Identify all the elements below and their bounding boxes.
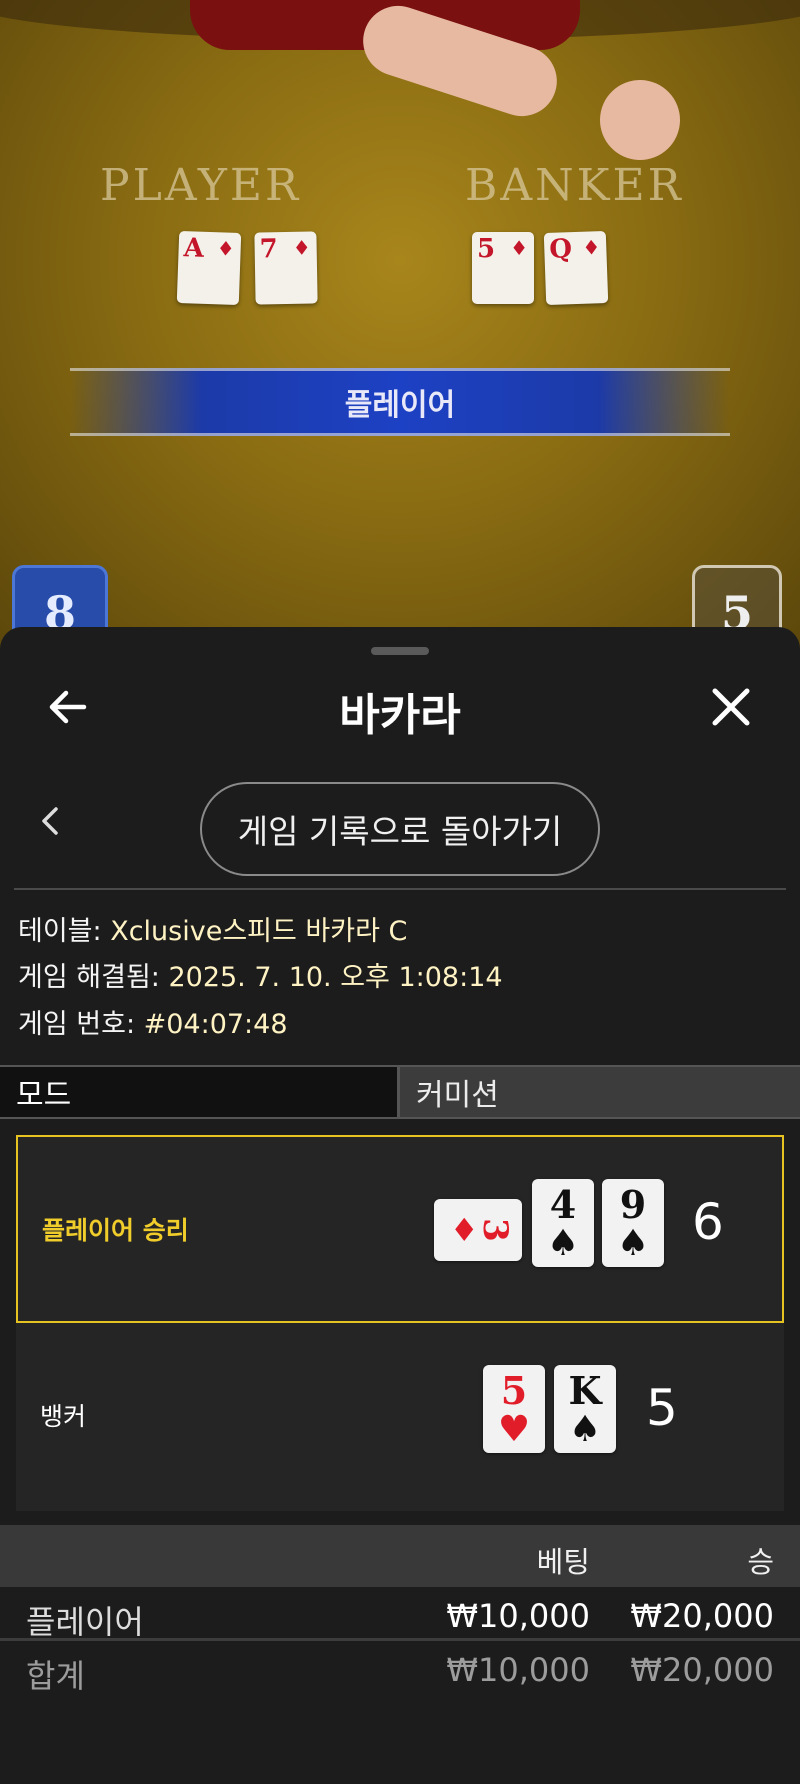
win-amount: ₩20,000: [630, 1597, 774, 1635]
total-win-amount: ₩20,000: [630, 1651, 774, 1689]
bet-name: 플레이어: [26, 1603, 144, 1641]
col-win-header: 승: [747, 1545, 774, 1579]
col-bet-header: 베팅: [536, 1545, 590, 1579]
result-banner: 플레이어: [70, 368, 730, 436]
close-icon[interactable]: [703, 679, 759, 735]
sheet-title: 바카라: [339, 690, 461, 741]
player-win-label: 플레이어 승리: [42, 1216, 189, 1245]
player-card-1: ♦ 3: [434, 1199, 522, 1261]
video-player-card-2: 7 ♦: [254, 231, 318, 305]
row-divider: [0, 1638, 800, 1641]
banker-result-panel: 뱅커 5 ♥ K ♠ 5: [16, 1323, 784, 1511]
banker-card-2: K ♠: [554, 1365, 616, 1453]
dealer-hand-right: [593, 73, 687, 167]
game-history-sheet: 바카라 게임 기록으로 돌아가기 테이블: Xclusive스피드 바카라 C …: [0, 627, 800, 1784]
mode-label: 모드: [0, 1067, 400, 1117]
player-total: 6: [692, 1193, 724, 1251]
return-to-history-button[interactable]: 게임 기록으로 돌아가기: [200, 782, 600, 876]
bets-table-header: 베팅 승: [0, 1525, 800, 1587]
bet-amount: ₩10,000: [446, 1597, 590, 1635]
live-video-feed: PLAYER BANKER A ♦ 7 ♦ 5 ♦ Q ♦ 플레이어 8 5: [0, 0, 800, 650]
total-label: 합계: [26, 1657, 85, 1695]
info-resolved-time: 게임 해결됨: 2025. 7. 10. 오후 1:08:14: [18, 962, 503, 993]
mode-row: 모드 커미션: [0, 1065, 800, 1119]
total-row: 합계 ₩10,000 ₩20,000: [0, 1643, 800, 1695]
divider: [14, 888, 786, 890]
banker-total: 5: [646, 1379, 678, 1437]
video-banker-card-1: 5 ♦: [472, 232, 534, 304]
total-bet-amount: ₩10,000: [446, 1651, 590, 1689]
player-result-panel: 플레이어 승리 ♦ 3 4 ♠ 9 ♠ 6: [16, 1135, 784, 1323]
drag-handle[interactable]: [371, 647, 429, 655]
mode-value: 커미션: [400, 1067, 800, 1117]
table-player-label: PLAYER: [100, 160, 302, 211]
table-row: 플레이어 ₩10,000 ₩20,000: [0, 1589, 800, 1641]
player-card-2: 4 ♠: [532, 1179, 594, 1267]
video-banker-card-2: Q ♦: [543, 230, 609, 306]
player-card-3: 9 ♠: [602, 1179, 664, 1267]
info-table: 테이블: Xclusive스피드 바카라 C: [18, 916, 408, 947]
video-player-card-1: A ♦: [176, 230, 242, 306]
table-banker-label: BANKER: [465, 160, 684, 211]
chevron-left-icon[interactable]: [32, 797, 68, 845]
banker-card-1: 5 ♥: [483, 1365, 545, 1453]
banker-label: 뱅커: [40, 1402, 87, 1431]
info-game-number: 게임 번호: #04:07:48: [18, 1009, 288, 1040]
